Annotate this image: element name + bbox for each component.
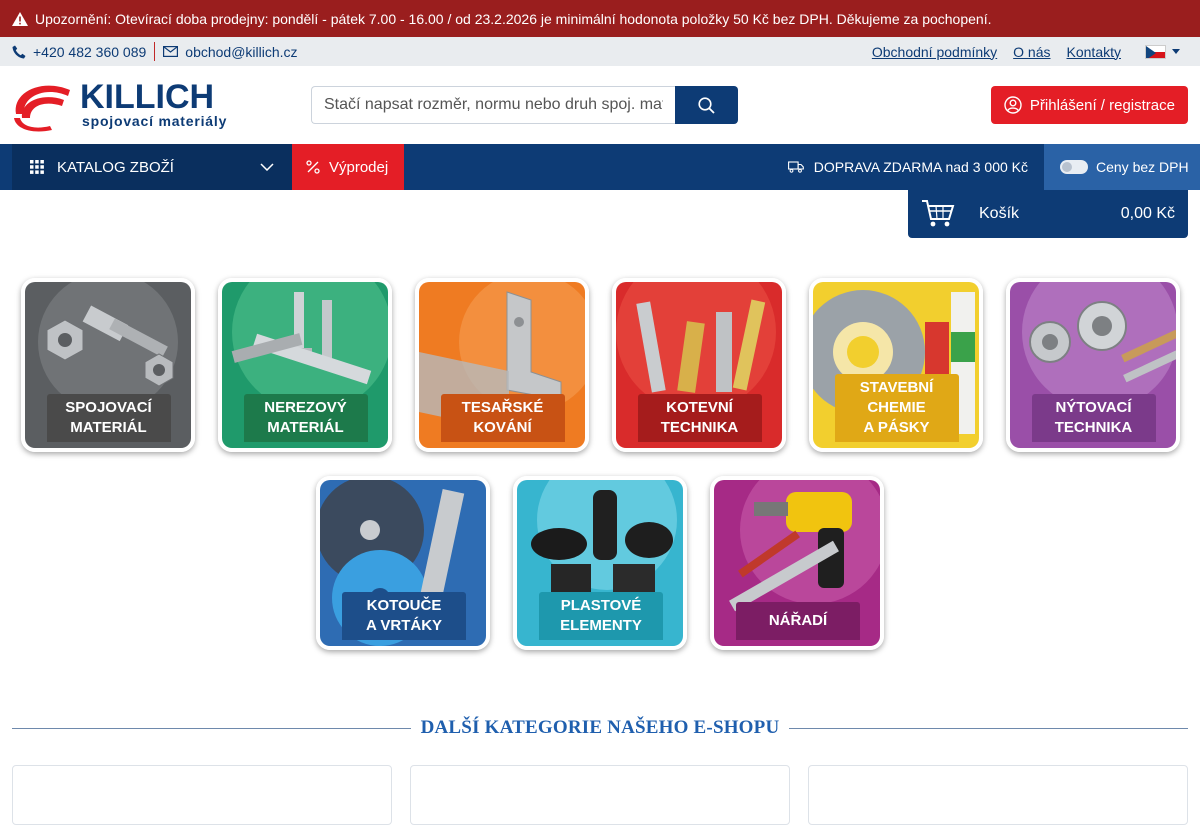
chevron-down-icon [260,163,274,171]
category-tile-kotevni-technika[interactable]: KOTEVNÍ TECHNIKA [611,278,786,452]
search-icon [698,96,715,114]
logo-subtitle: spojovací materiály [82,113,228,129]
email-address: obchod@killich.cz [185,43,298,60]
cart-total: 0,00 Kč [1120,205,1175,222]
user-icon [1004,96,1022,114]
sale-label: Výprodej [329,158,389,176]
more-categories-cards [12,765,1188,825]
category-grid: SPOJOVACÍ MATERIÁL NEREZOVÝ MATERIÁL TES… [0,278,1200,650]
catalog-label: KATALOG ZBOŽÍ [57,158,174,176]
logo-swoosh-icon [14,85,70,132]
link-contacts[interactable]: Kontakty [1067,44,1121,60]
grid-icon [30,160,44,174]
category-tile-nytovaci-technika[interactable]: NÝTOVACÍ TECHNIKA [1005,278,1180,452]
top-links: Obchodní podmínky O nás Kontakty [872,44,1188,60]
language-selector[interactable] [1145,44,1180,59]
cart-button[interactable]: Košík 0,00 Kč [908,190,1188,238]
phone-icon [12,45,26,58]
czech-flag-icon [1145,44,1166,59]
link-terms[interactable]: Obchodní podmínky [872,44,997,60]
vat-toggle[interactable]: Ceny bez DPH [1044,144,1200,190]
category-tile-plastove-elementy[interactable]: PLASTOVÉ ELEMENTY [513,476,687,650]
more-categories-heading: DALŠÍ KATEGORIE NAŠEHO E-SHOPU [12,717,1188,739]
category-tile-kotouce-vrtaky[interactable]: KOTOUČE A VRTÁKY [316,476,490,650]
contact-divider [154,42,156,61]
category-card[interactable] [12,765,392,825]
category-caption: STAVEBNÍ CHEMIE A PÁSKY [834,374,959,442]
link-about[interactable]: O nás [1013,44,1050,60]
category-caption: NÁŘADÍ [736,602,860,640]
chevron-down-icon [1172,49,1180,54]
percent-icon [306,160,320,174]
logo[interactable]: KILLICH spojovací materiály [12,78,292,132]
warning-icon [12,11,28,26]
category-caption: KOTEVNÍ TECHNIKA [637,394,762,442]
main-nav: KATALOG ZBOŽÍ Výprodej DOPRAVA ZDARMA na… [0,144,1200,190]
category-caption: KOTOUČE A VRTÁKY [342,592,466,640]
mail-icon [163,46,179,57]
logo-brand: KILLICH [80,78,215,116]
category-row: KOTOUČE A VRTÁKY PLASTOVÉ ELEMENTY NÁŘAD… [0,476,1200,650]
truck-icon [787,161,804,173]
category-tile-naradi[interactable]: NÁŘADÍ [710,476,884,650]
category-tile-nerezovy-material[interactable]: NEREZOVÝ MATERIÁL [217,278,392,452]
notice-text: Upozornění: Otevírací doba prodejny: pon… [35,10,992,27]
shipping-text: DOPRAVA ZDARMA nad 3 000 Kč [813,159,1028,175]
category-caption: NEREZOVÝ MATERIÁL [243,394,368,442]
category-row: SPOJOVACÍ MATERIÁL NEREZOVÝ MATERIÁL TES… [0,278,1200,452]
category-card[interactable] [808,765,1188,825]
catalog-menu-button[interactable]: KATALOG ZBOŽÍ [12,144,292,190]
notice-bar: Upozornění: Otevírací doba prodejny: pon… [0,0,1200,37]
category-tile-stavebni-chemie[interactable]: STAVEBNÍ CHEMIE A PÁSKY [808,278,983,452]
cart-label: Košík [979,205,1020,222]
category-caption: PLASTOVÉ ELEMENTY [539,592,663,640]
divider-line [12,727,411,729]
category-tile-spojovaci-material[interactable]: SPOJOVACÍ MATERIÁL [20,278,195,452]
vat-label: Ceny bez DPH [1096,159,1189,175]
free-shipping-info: DOPRAVA ZDARMA nad 3 000 Kč [787,159,1044,175]
category-tile-tesarske-kovani[interactable]: TESAŘSKÉ KOVÁNÍ [414,278,589,452]
category-caption: NÝTOVACÍ TECHNIKA [1031,394,1156,442]
shopping-cart-icon [922,200,955,227]
divider-line [789,727,1188,729]
contact-bar: +420 482 360 089 obchod@killich.cz Obcho… [0,37,1200,66]
sale-button[interactable]: Výprodej [292,144,404,190]
login-button[interactable]: Přihlášení / registrace [990,86,1188,124]
search-button[interactable] [675,86,738,124]
phone-number: +420 482 360 089 [33,43,147,60]
email-contact[interactable]: obchod@killich.cz [163,43,298,60]
search-bar [311,86,738,124]
category-card[interactable] [410,765,790,825]
section-title: DALŠÍ KATEGORIE NAŠEHO E-SHOPU [420,717,780,738]
phone-contact[interactable]: +420 482 360 089 [12,44,146,60]
toggle-switch[interactable] [1060,160,1088,174]
search-input[interactable] [311,86,675,124]
site-header: KILLICH spojovací materiály Přihlášení /… [0,66,1200,144]
category-caption: SPOJOVACÍ MATERIÁL [46,394,171,442]
login-label: Přihlášení / registrace [1029,96,1175,114]
category-caption: TESAŘSKÉ KOVÁNÍ [440,394,565,442]
